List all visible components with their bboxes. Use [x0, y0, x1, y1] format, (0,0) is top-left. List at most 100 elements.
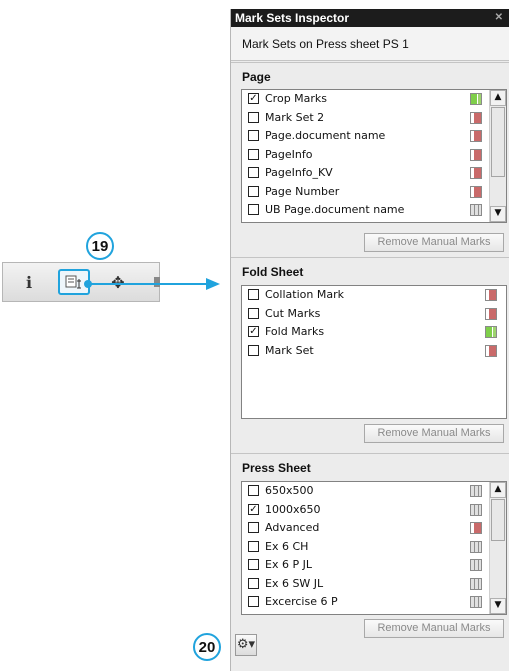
- mark-set-label: UB Page.document name: [265, 203, 405, 216]
- checkbox[interactable]: [248, 185, 259, 197]
- panel-titlebar[interactable]: Mark Sets Inspector ✕: [231, 9, 509, 27]
- mark-set-label: Excercise 6 P: [265, 595, 338, 608]
- info-icon[interactable]: ℹ: [17, 270, 41, 294]
- scroll-up-icon[interactable]: ▲: [490, 90, 506, 106]
- mark-set-label: Crop Marks: [265, 92, 328, 105]
- status-gray-icon: [470, 503, 482, 516]
- list-item[interactable]: UB Page.document name: [242, 201, 506, 220]
- page-mark-set-list[interactable]: ✓ Crop Marks Mark Set 2 Page.document name P…: [241, 89, 507, 223]
- scroll-up-icon[interactable]: ▲: [490, 482, 506, 498]
- mark-sets-inspector-panel: Mark Sets Inspector ✕ Mark Sets on Press…: [230, 9, 509, 671]
- status-red-icon: [470, 522, 482, 534]
- checkbox[interactable]: [248, 307, 259, 319]
- checkbox[interactable]: [248, 148, 259, 160]
- mark-set-label: Mark Set: [265, 343, 314, 357]
- scroll-down-icon[interactable]: ▼: [490, 598, 506, 614]
- checkbox[interactable]: [248, 485, 259, 496]
- status-green-icon: [485, 326, 497, 338]
- list-item[interactable]: Excercise 6 P: [242, 593, 506, 612]
- checkbox[interactable]: [248, 111, 259, 123]
- mark-set-label: 650x500: [265, 484, 314, 497]
- page-list-scrollbar[interactable]: ▲ ▼: [489, 90, 506, 222]
- scroll-down-icon[interactable]: ▼: [490, 206, 506, 222]
- mark-set-label: Advanced: [265, 521, 320, 534]
- status-red-icon: [485, 307, 497, 320]
- checkbox-checked[interactable]: ✓: [248, 93, 259, 104]
- status-red-icon: [470, 148, 482, 161]
- checkbox-checked[interactable]: ✓: [248, 326, 259, 337]
- status-red-icon: [485, 344, 497, 357]
- status-gray-icon: [470, 540, 482, 553]
- checkbox[interactable]: [248, 596, 259, 607]
- gear-icon[interactable]: ⚙▾: [235, 634, 257, 656]
- list-item[interactable]: Collation Mark: [242, 286, 506, 305]
- list-item[interactable]: PageInfo_KV: [242, 164, 506, 183]
- mark-set-label: Cut Marks: [265, 306, 321, 320]
- list-item[interactable]: Page Number: [242, 183, 506, 202]
- checkbox[interactable]: [248, 204, 259, 215]
- remove-manual-marks-button[interactable]: Remove Manual Marks: [364, 424, 504, 443]
- mark-set-label: Ex 6 SW JL: [265, 576, 324, 590]
- press-sheet-mark-set-list[interactable]: 650x500 ✓ 1000x650 Advanced Ex 6 CH Ex 6 P JL…: [241, 481, 507, 615]
- list-item[interactable]: ✓ Crop Marks: [242, 90, 506, 109]
- list-item[interactable]: Mark Set: [242, 342, 506, 361]
- list-item[interactable]: 650x500: [242, 482, 506, 501]
- status-gray-icon: [470, 204, 482, 216]
- panel-bottom-bar: ⚙▾: [231, 625, 509, 671]
- checkbox[interactable]: [248, 167, 259, 178]
- mark-set-label: Ex 6 P JL: [265, 558, 312, 571]
- list-item[interactable]: ✓ Fold Marks: [242, 323, 506, 342]
- mark-set-label: PageInfo: [265, 147, 313, 161]
- checkbox[interactable]: [248, 559, 259, 570]
- checkbox[interactable]: [248, 577, 259, 589]
- scroll-thumb[interactable]: [491, 107, 505, 177]
- checkbox[interactable]: [248, 522, 259, 533]
- checkbox[interactable]: [248, 344, 259, 356]
- status-gray-icon: [470, 485, 482, 497]
- move-icon[interactable]: ✥: [106, 270, 130, 294]
- list-item[interactable]: Cut Marks: [242, 305, 506, 324]
- status-red-icon: [470, 167, 482, 179]
- list-item[interactable]: Mark Set 2: [242, 109, 506, 128]
- panel-title: Mark Sets Inspector: [235, 11, 350, 25]
- mark-set-label: PageInfo_KV: [265, 166, 333, 179]
- status-red-icon: [470, 130, 482, 142]
- mark-set-label: Ex 6 CH: [265, 539, 309, 553]
- status-gray-icon: [470, 559, 482, 571]
- list-item[interactable]: Page.document name: [242, 127, 506, 146]
- mark-set-label: Collation Mark: [265, 288, 344, 301]
- status-gray-icon: [470, 577, 482, 590]
- mark-set-label: 1000x650: [265, 502, 321, 516]
- mark-set-label: Page Number: [265, 184, 340, 198]
- mark-set-label: Mark Set 2: [265, 110, 325, 124]
- press-list-scrollbar[interactable]: ▲ ▼: [489, 482, 506, 614]
- list-item[interactable]: PageInfo: [242, 146, 506, 165]
- arrow-head-icon: [206, 278, 220, 290]
- section-title-page: Page: [231, 62, 509, 90]
- mark-set-label: Page.document name: [265, 129, 386, 142]
- checkbox-checked[interactable]: ✓: [248, 503, 259, 515]
- mark-set-label: Fold Marks: [265, 325, 325, 338]
- connector-arrow: [88, 283, 206, 285]
- checkbox[interactable]: [248, 130, 259, 141]
- callout-20: 20: [193, 633, 221, 661]
- callout-19: 19: [86, 232, 114, 260]
- scroll-thumb[interactable]: [491, 499, 505, 541]
- more-icon[interactable]: [145, 270, 169, 294]
- toolbar: ℹ ✥: [2, 262, 160, 302]
- fold-sheet-mark-set-list[interactable]: Collation Mark Cut Marks ✓ Fold Marks Mark S…: [241, 285, 507, 419]
- list-item[interactable]: Ex 6 CH: [242, 538, 506, 557]
- checkbox[interactable]: [248, 540, 259, 552]
- list-item[interactable]: Ex 6 P JL: [242, 556, 506, 575]
- checkbox[interactable]: [248, 289, 259, 300]
- status-red-icon: [485, 289, 497, 301]
- status-green-icon: [470, 93, 482, 105]
- close-icon[interactable]: ✕: [495, 9, 503, 27]
- section-title-fold-sheet: Fold Sheet: [231, 257, 509, 285]
- status-gray-icon: [470, 596, 482, 608]
- list-item[interactable]: ✓ 1000x650: [242, 501, 506, 520]
- list-item[interactable]: Ex 6 SW JL: [242, 575, 506, 594]
- remove-manual-marks-button[interactable]: Remove Manual Marks: [364, 233, 504, 252]
- panel-subtitle: Mark Sets on Press sheet PS 1: [231, 27, 509, 61]
- list-item[interactable]: Advanced: [242, 519, 506, 538]
